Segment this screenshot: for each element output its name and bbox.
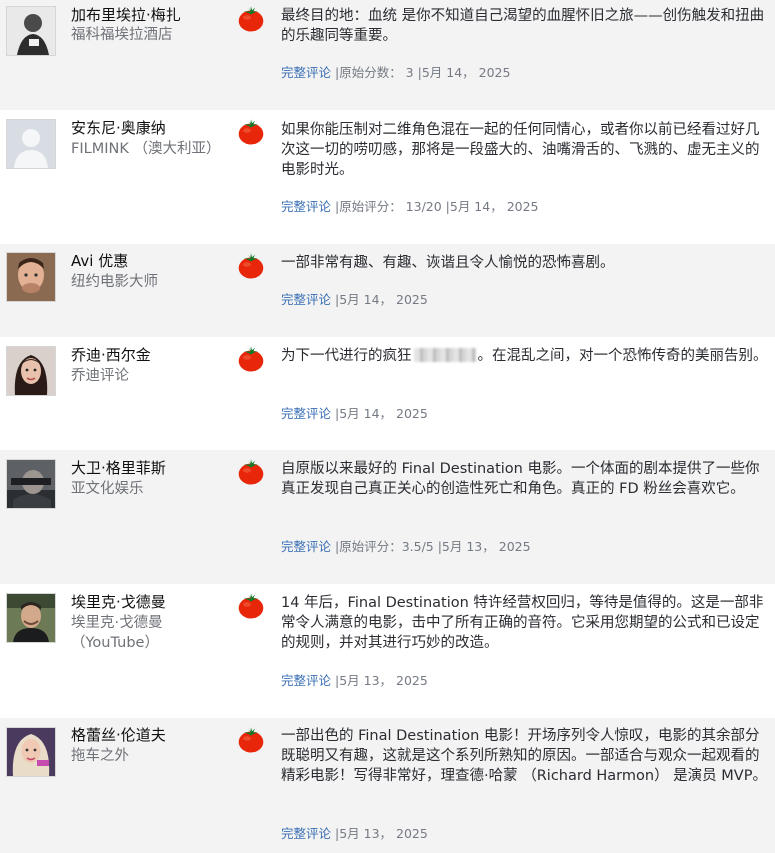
review-quote: 为下一代进行的疯狂 。在混乱之间，对一个恐怖传奇的美丽告别。: [281, 346, 771, 366]
fresh-tomato-icon: [238, 592, 264, 619]
publication-name[interactable]: 埃里克·戈德曼 （YouTube）: [71, 613, 216, 653]
fresh-tomato-icon: [238, 345, 264, 372]
review-quote: 自原版以来最好的 Final Destination 电影。一个体面的剧本提供了…: [281, 461, 760, 497]
critic-name[interactable]: 乔迪·西尔金: [71, 345, 151, 365]
review-info: 5月 13， 2025: [339, 673, 428, 688]
full-review-link[interactable]: 完整评论: [281, 199, 331, 214]
review-quote: 一部非常有趣、有趣、诙谐且令人愉悦的恐怖喜剧。: [281, 255, 615, 271]
publication-name[interactable]: 纽约电影大师: [71, 272, 216, 292]
review-meta: 完整评论 |原始评分：3.5/5 |5月 13， 2025: [281, 539, 531, 555]
review-row: 安东尼·奥康纳 FILMINK （澳大利亚） 如果你能压制对二维角色混在一起的任…: [0, 110, 775, 244]
quote-text: 为下一代进行的疯狂: [281, 348, 412, 364]
review-row: 格蕾丝·伦道夫 拖车之外 一部出色的 Final Destination 电影！…: [0, 718, 775, 853]
review-quote: 如果你能压制对二维角色混在一起的任何同情心，或者你以前已经看过好几次这一切的唠叨…: [281, 122, 760, 178]
critic-name[interactable]: 大卫·格里菲斯: [71, 458, 166, 478]
critic-avatar[interactable]: [6, 119, 56, 169]
fresh-tomato-icon: [238, 726, 264, 753]
review-info: 原始分数： 3 |5月 14， 2025: [339, 65, 511, 80]
meta-separator: |: [331, 826, 340, 841]
full-review-link[interactable]: 完整评论: [281, 673, 331, 688]
full-review-link[interactable]: 完整评论: [281, 539, 331, 554]
meta-separator: |: [331, 292, 340, 307]
review-quote: 14 年后，Final Destination 特许经营权回归，等待是值得的。这…: [281, 595, 764, 651]
blurred-text: [413, 348, 476, 362]
review-info: 5月 14， 2025: [339, 292, 428, 307]
fresh-tomato-icon: [238, 118, 264, 145]
meta-separator: |: [331, 539, 340, 554]
full-review-link[interactable]: 完整评论: [281, 292, 331, 307]
review-row: 埃里克·戈德曼 埃里克·戈德曼 （YouTube） 14 年后，Final De…: [0, 584, 775, 718]
full-review-link[interactable]: 完整评论: [281, 826, 331, 841]
publication-name[interactable]: 福科福埃拉酒店: [71, 25, 216, 45]
review-row: Avi 优惠 纽约电影大师 一部非常有趣、有趣、诙谐且令人愉悦的恐怖喜剧。 完整…: [0, 244, 775, 337]
review-info: 原始评分：3.5/5 |5月 13， 2025: [339, 539, 531, 554]
fresh-tomato-icon: [238, 458, 264, 485]
full-review-link[interactable]: 完整评论: [281, 65, 331, 80]
critic-avatar[interactable]: [6, 346, 56, 396]
review-meta: 完整评论 |5月 13， 2025: [281, 673, 428, 689]
publication-name[interactable]: 乔迪评论: [71, 366, 216, 386]
publication-name[interactable]: FILMINK （澳大利亚）: [71, 139, 220, 159]
publication-name[interactable]: 拖车之外: [71, 746, 216, 766]
publication-name[interactable]: 亚文化娱乐: [71, 479, 216, 499]
review-meta: 完整评论 |5月 14， 2025: [281, 406, 428, 422]
review-row: 大卫·格里菲斯 亚文化娱乐 自原版以来最好的 Final Destination…: [0, 450, 775, 584]
review-row: 加布里埃拉·梅扎 福科福埃拉酒店 最终目的地：血统 是你不知道自己渴望的血腥怀旧…: [0, 0, 775, 110]
review-row: 乔迪·西尔金 乔迪评论 为下一代进行的疯狂 。在混乱之间，对一个恐怖传奇的美丽告别…: [0, 337, 775, 450]
meta-separator: |: [331, 673, 340, 688]
review-quote: 一部出色的 Final Destination 电影！开场序列令人惊叹，电影的其…: [281, 728, 767, 784]
review-meta: 完整评论 |5月 13， 2025: [281, 826, 428, 842]
review-info: 5月 14， 2025: [339, 406, 428, 421]
review-meta: 完整评论 |原始评分： 13/20 |5月 14， 2025: [281, 199, 539, 215]
critic-avatar[interactable]: [6, 459, 56, 509]
fresh-tomato-icon: [238, 5, 264, 32]
review-info: 原始评分： 13/20 |5月 14， 2025: [339, 199, 539, 214]
critic-name[interactable]: 埃里克·戈德曼: [71, 592, 166, 612]
critic-name[interactable]: Avi 优惠: [71, 251, 128, 271]
critic-name[interactable]: 格蕾丝·伦道夫: [71, 725, 166, 745]
critic-avatar[interactable]: [6, 727, 56, 777]
full-review-link[interactable]: 完整评论: [281, 406, 331, 421]
review-info: 5月 13， 2025: [339, 826, 428, 841]
meta-separator: |: [331, 65, 340, 80]
review-meta: 完整评论 |5月 14， 2025: [281, 292, 428, 308]
meta-separator: |: [331, 406, 340, 421]
review-quote: 最终目的地：血统 是你不知道自己渴望的血腥怀旧之旅——创伤触发和扭曲的乐趣同等重…: [281, 8, 765, 44]
critic-avatar[interactable]: [6, 593, 56, 643]
meta-separator: |: [331, 199, 340, 214]
critic-name[interactable]: 安东尼·奥康纳: [71, 118, 166, 138]
critic-name[interactable]: 加布里埃拉·梅扎: [71, 5, 181, 25]
review-meta: 完整评论 |原始分数： 3 |5月 14， 2025: [281, 65, 510, 81]
critic-avatar[interactable]: [6, 252, 56, 302]
critic-avatar[interactable]: [6, 6, 56, 56]
fresh-tomato-icon: [238, 252, 264, 279]
quote-text: 。在混乱之间，对一个恐怖传奇的美丽告别。: [477, 348, 768, 364]
